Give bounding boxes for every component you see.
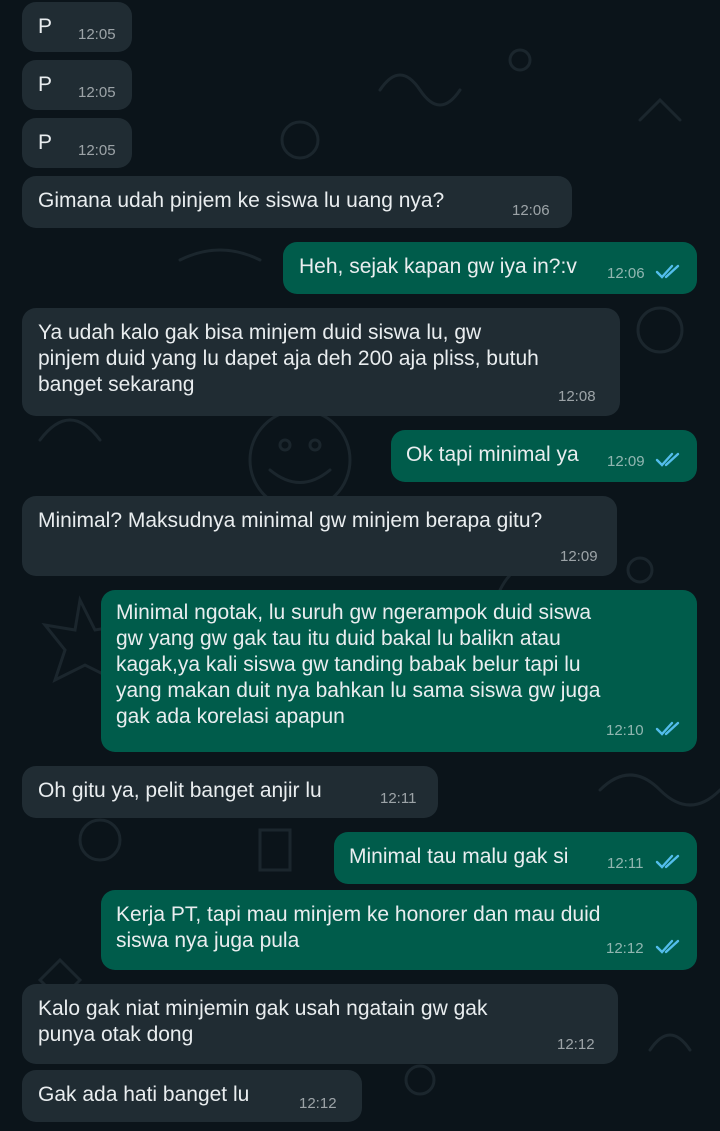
read-double-check-icon [655,854,680,869]
message-text: Kalo gak niat minjemin gak usah ngatain … [38,997,488,1046]
message-outgoing[interactable]: Minimal ngotak, lu suruh gw ngerampok du… [101,590,697,752]
message-incoming[interactable]: Minimal? Maksudnya minimal gw minjem ber… [22,496,617,576]
message-time: 12:06 [512,202,550,219]
message-incoming[interactable]: P 12:05 [22,118,132,168]
message-time: 12:12 [606,940,644,957]
message-incoming[interactable]: Ya udah kalo gak bisa minjem duid siswa … [22,308,620,416]
message-time: 12:05 [78,26,116,43]
message-text: Kerja PT, tapi mau minjem ke honorer dan… [116,903,601,952]
message-text: Minimal? Maksudnya minimal gw minjem ber… [38,509,543,532]
message-text: Ya udah kalo gak bisa minjem duid siswa … [38,321,539,396]
message-outgoing[interactable]: Heh, sejak kapan gw iya in?:v 12:06 [283,242,697,294]
message-time: 12:09 [560,548,598,565]
chat-message-list[interactable]: P 12:05 P 12:05 P 12:05 Gimana udah pinj… [0,0,720,1131]
message-time: 12:06 [607,265,645,282]
message-text: Minimal ngotak, lu suruh gw ngerampok du… [116,601,601,728]
message-outgoing[interactable]: Ok tapi minimal ya 12:09 [391,430,697,482]
message-time: 12:05 [78,84,116,101]
message-text: Minimal tau malu gak si [349,845,569,868]
message-incoming[interactable]: Gak ada hati banget lu 12:12 [22,1070,362,1122]
message-text: Gimana udah pinjem ke siswa lu uang nya? [38,189,445,212]
message-time: 12:12 [299,1095,337,1112]
read-double-check-icon [655,721,680,736]
message-time: 12:08 [558,388,596,405]
message-incoming[interactable]: P 12:05 [22,2,132,52]
message-text: P [38,73,53,96]
message-text: P [38,15,53,38]
message-time: 12:11 [607,855,644,872]
message-time: 12:09 [607,453,645,470]
read-double-check-icon [655,939,680,954]
message-text: Heh, sejak kapan gw iya in?:v [299,255,577,278]
read-double-check-icon [655,452,680,467]
message-incoming[interactable]: P 12:05 [22,60,132,110]
message-text: Gak ada hati banget lu [38,1083,250,1106]
message-time: 12:12 [557,1036,595,1053]
message-time: 12:11 [380,790,417,807]
message-text: P [38,131,53,154]
message-outgoing[interactable]: Kerja PT, tapi mau minjem ke honorer dan… [101,890,697,970]
message-text: Oh gitu ya, pelit banget anjir lu [38,779,322,802]
message-outgoing[interactable]: Minimal tau malu gak si 12:11 [334,832,697,884]
message-time: 12:10 [606,722,644,739]
message-time: 12:05 [78,142,116,159]
read-double-check-icon [655,264,680,279]
message-incoming[interactable]: Oh gitu ya, pelit banget anjir lu 12:11 [22,766,438,818]
message-incoming[interactable]: Kalo gak niat minjemin gak usah ngatain … [22,984,618,1064]
message-incoming[interactable]: Gimana udah pinjem ke siswa lu uang nya?… [22,176,572,228]
message-text: Ok tapi minimal ya [406,443,579,466]
